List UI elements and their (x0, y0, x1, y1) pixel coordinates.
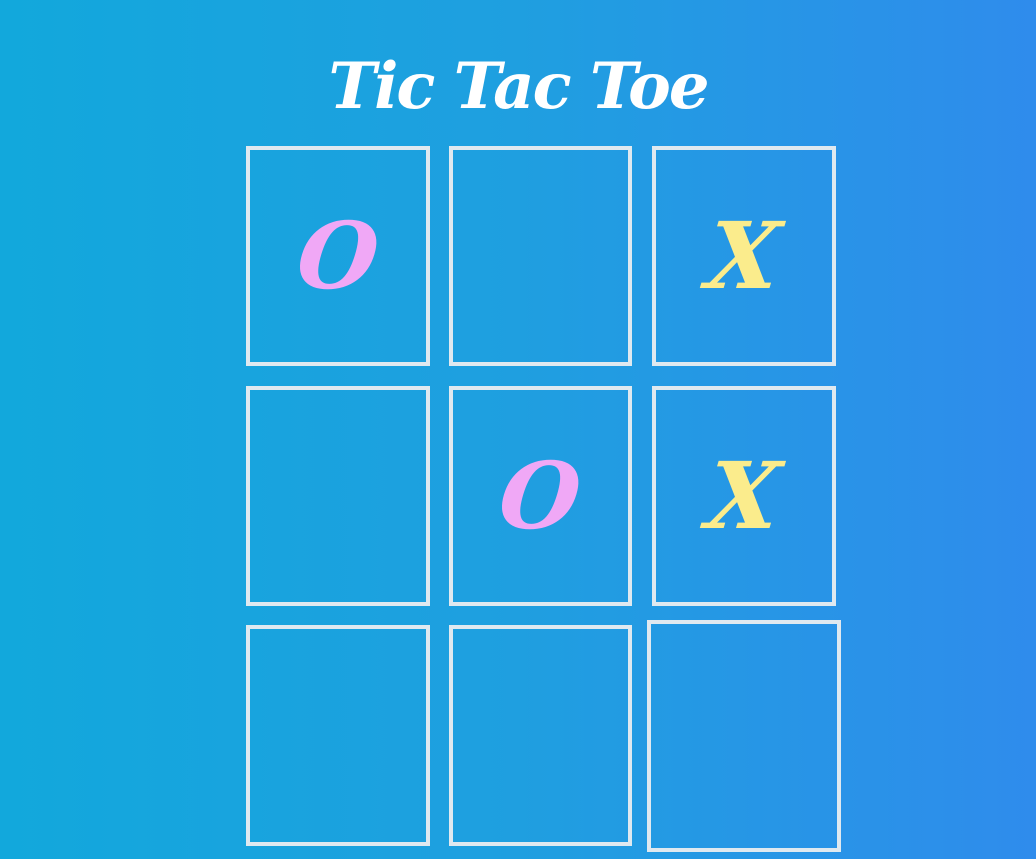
board-cell-8[interactable] (449, 625, 632, 846)
board-cell-4[interactable] (246, 386, 430, 606)
board-cell-9-hovered[interactable] (647, 620, 841, 852)
page-title: Tic Tac Toe (328, 49, 709, 124)
o-mark: O (292, 202, 384, 310)
board-cell-7[interactable] (246, 625, 430, 846)
game-board: O X O X (246, 146, 841, 859)
x-mark: X (702, 202, 786, 310)
board-cell-6[interactable]: X (652, 386, 836, 606)
x-mark: X (702, 442, 786, 550)
board-cell-3[interactable]: X (652, 146, 836, 366)
board-cell-2[interactable] (449, 146, 632, 366)
board-cell-1[interactable]: O (246, 146, 430, 366)
board-cell-5[interactable]: O (449, 386, 632, 606)
o-mark: O (494, 442, 587, 550)
